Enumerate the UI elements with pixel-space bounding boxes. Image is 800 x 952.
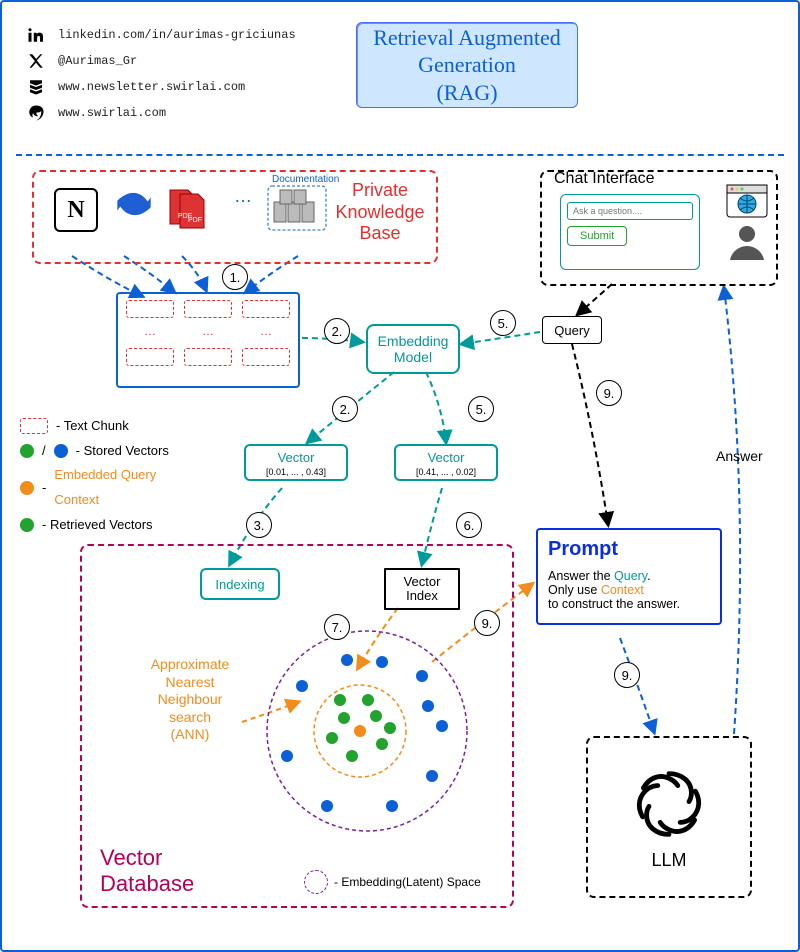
bookmark-icon	[26, 77, 46, 97]
llm-label: LLM	[651, 850, 686, 871]
browser-icon	[726, 184, 768, 218]
vector-left-values: [0.01, ... , 0.43]	[246, 467, 346, 477]
step-1: 1.	[222, 264, 248, 290]
vector-chunks: Vector [0.01, ... , 0.43]	[244, 444, 348, 481]
swirl-url: www.swirlai.com	[58, 106, 166, 120]
chat-question-input[interactable]	[567, 202, 693, 220]
legend-stored: - Stored Vectors	[76, 439, 169, 464]
prompt-template: Prompt Answer the Query. Only use Contex…	[536, 528, 722, 625]
pdf-icons: PDF PDF	[164, 188, 220, 237]
query-node: Query	[542, 316, 602, 344]
vector-right-values: [0.41, ... , 0.02]	[396, 467, 496, 477]
notion-icon: N	[54, 188, 98, 232]
documentation-icon	[266, 182, 330, 239]
step-6: 6.	[456, 512, 482, 538]
x-handle: @Aurimas_Gr	[58, 54, 137, 68]
prompt-heading: Prompt	[548, 538, 710, 561]
private-knowledge-base: Private Knowledge Base N PDF PDF … Docum…	[32, 170, 438, 264]
diagram-canvas: linkedin.com/in/aurimas-griciunas @Aurim…	[0, 0, 800, 952]
llm-node: LLM	[586, 736, 752, 898]
pkb-label: Private Knowledge Base	[330, 180, 430, 245]
newsletter-url: www.newsletter.swirlai.com	[58, 80, 245, 94]
step-9c: 9.	[614, 662, 640, 688]
ellipsis: …	[234, 186, 252, 207]
ann-search-label: Approximate Nearest Neighbour search (AN…	[138, 656, 242, 744]
indexing-node: Indexing	[200, 568, 280, 600]
vector-query: Vector [0.41, ... , 0.02]	[394, 444, 498, 481]
text-chunks: ………	[116, 292, 300, 388]
openai-icon	[629, 764, 709, 844]
vector-database: Vector Database Indexing Vector Index Ap…	[80, 544, 514, 908]
user-icon	[726, 220, 768, 262]
embedding-model: Embedding Model	[366, 324, 460, 374]
x-icon	[26, 51, 46, 71]
vector-database-label: Vector Database	[100, 845, 194, 896]
step-2: 2.	[324, 318, 350, 344]
legend-embedded: Embedded Query Context	[54, 463, 156, 512]
diagram-title: Retrieval Augmented Generation (RAG)	[356, 22, 578, 108]
legend: - Text Chunk /- Stored Vectors -Embedded…	[20, 414, 230, 537]
chat-interface: Chat Interface Submit	[540, 170, 778, 286]
step-5b: 5.	[468, 396, 494, 422]
latent-space-text: - Embedding(Latent) Space	[334, 875, 481, 889]
confluence-icon	[114, 184, 154, 224]
prompt-line-1: Answer the Query.	[548, 569, 710, 583]
chat-window: Submit	[560, 194, 700, 270]
linkedin-icon	[26, 25, 46, 45]
step-9b: 9.	[596, 380, 622, 406]
swirl-icon	[26, 103, 46, 123]
prompt-line-3: to construct the answer.	[548, 597, 710, 611]
vector-right-label: Vector	[428, 450, 465, 465]
author-contacts: linkedin.com/in/aurimas-griciunas @Aurim…	[26, 22, 296, 126]
prompt-line-2: Only use Context	[548, 583, 710, 597]
chat-submit-button[interactable]: Submit	[567, 226, 627, 246]
legend-retrieved: - Retrieved Vectors	[42, 513, 153, 538]
section-divider	[16, 154, 784, 156]
step-9a: 9.	[474, 610, 500, 636]
step-5: 5.	[490, 310, 516, 336]
answer-label: Answer	[716, 448, 763, 464]
chat-interface-label: Chat Interface	[554, 170, 655, 188]
step-2b: 2.	[332, 396, 358, 422]
svg-text:PDF: PDF	[188, 217, 202, 224]
step-7: 7.	[324, 614, 350, 640]
latent-space-legend: - Embedding(Latent) Space	[304, 870, 481, 894]
vector-left-label: Vector	[278, 450, 315, 465]
embedding-space	[232, 616, 502, 846]
step-3: 3.	[246, 512, 272, 538]
linkedin-url: linkedin.com/in/aurimas-griciunas	[58, 28, 296, 42]
legend-chunk: - Text Chunk	[56, 414, 129, 439]
vector-index-node: Vector Index	[384, 568, 460, 610]
